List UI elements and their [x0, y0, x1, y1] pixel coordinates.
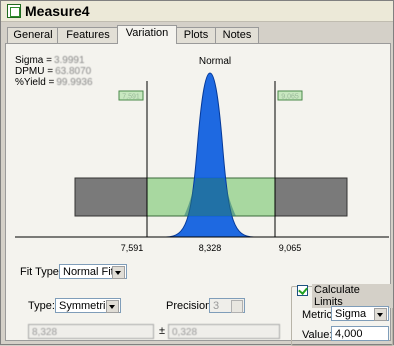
value-label: Value:: [302, 329, 333, 341]
precision-value: 3: [213, 300, 220, 312]
precision-label: Precision:: [166, 300, 215, 312]
chart-title: Normal: [199, 56, 231, 67]
type-select[interactable]: Symmetric: [55, 298, 121, 313]
value-value: 4,000: [335, 328, 363, 340]
chevron-down-icon[interactable]: [106, 300, 119, 313]
upper-limit-tick: 9,065: [279, 243, 302, 253]
tab-variation[interactable]: Variation: [117, 25, 177, 44]
fit-type-label: Fit Type:: [20, 266, 62, 278]
center-tick: 8,328: [199, 243, 222, 253]
chevron-down-icon[interactable]: [374, 308, 387, 321]
upper-limit-flag-text: 9,065: [281, 94, 299, 101]
lower-limit-tick: 7,591: [121, 243, 144, 253]
value-input[interactable]: 4,000: [331, 326, 389, 341]
type-value: Symmetric: [59, 300, 111, 312]
measure-window: Measure4 General Features Variation Plot…: [0, 0, 394, 346]
distribution-chart: Normal 7,591 9,065 7,591 8,328 9,065: [15, 56, 389, 253]
fit-type-value: Normal Fit: [63, 266, 114, 278]
calculate-limits-label: Calculate Limits: [312, 284, 393, 308]
lower-limit-field[interactable]: 8,328: [28, 324, 154, 339]
type-label: Type:: [28, 300, 55, 312]
precision-spinner[interactable]: 3: [209, 298, 245, 313]
fit-type-select[interactable]: Normal Fit: [59, 264, 127, 279]
spinner-arrows-icon[interactable]: [231, 300, 243, 313]
plus-minus-label: ±: [159, 325, 166, 337]
lower-limit-flag-text: 7,591: [122, 94, 140, 101]
metric-value: Sigma: [335, 308, 367, 320]
metric-select[interactable]: Sigma: [331, 306, 389, 321]
calculate-limits-checkbox[interactable]: [297, 285, 308, 296]
upper-limit-field[interactable]: 0,328: [168, 324, 280, 339]
chevron-down-icon[interactable]: [112, 266, 125, 279]
